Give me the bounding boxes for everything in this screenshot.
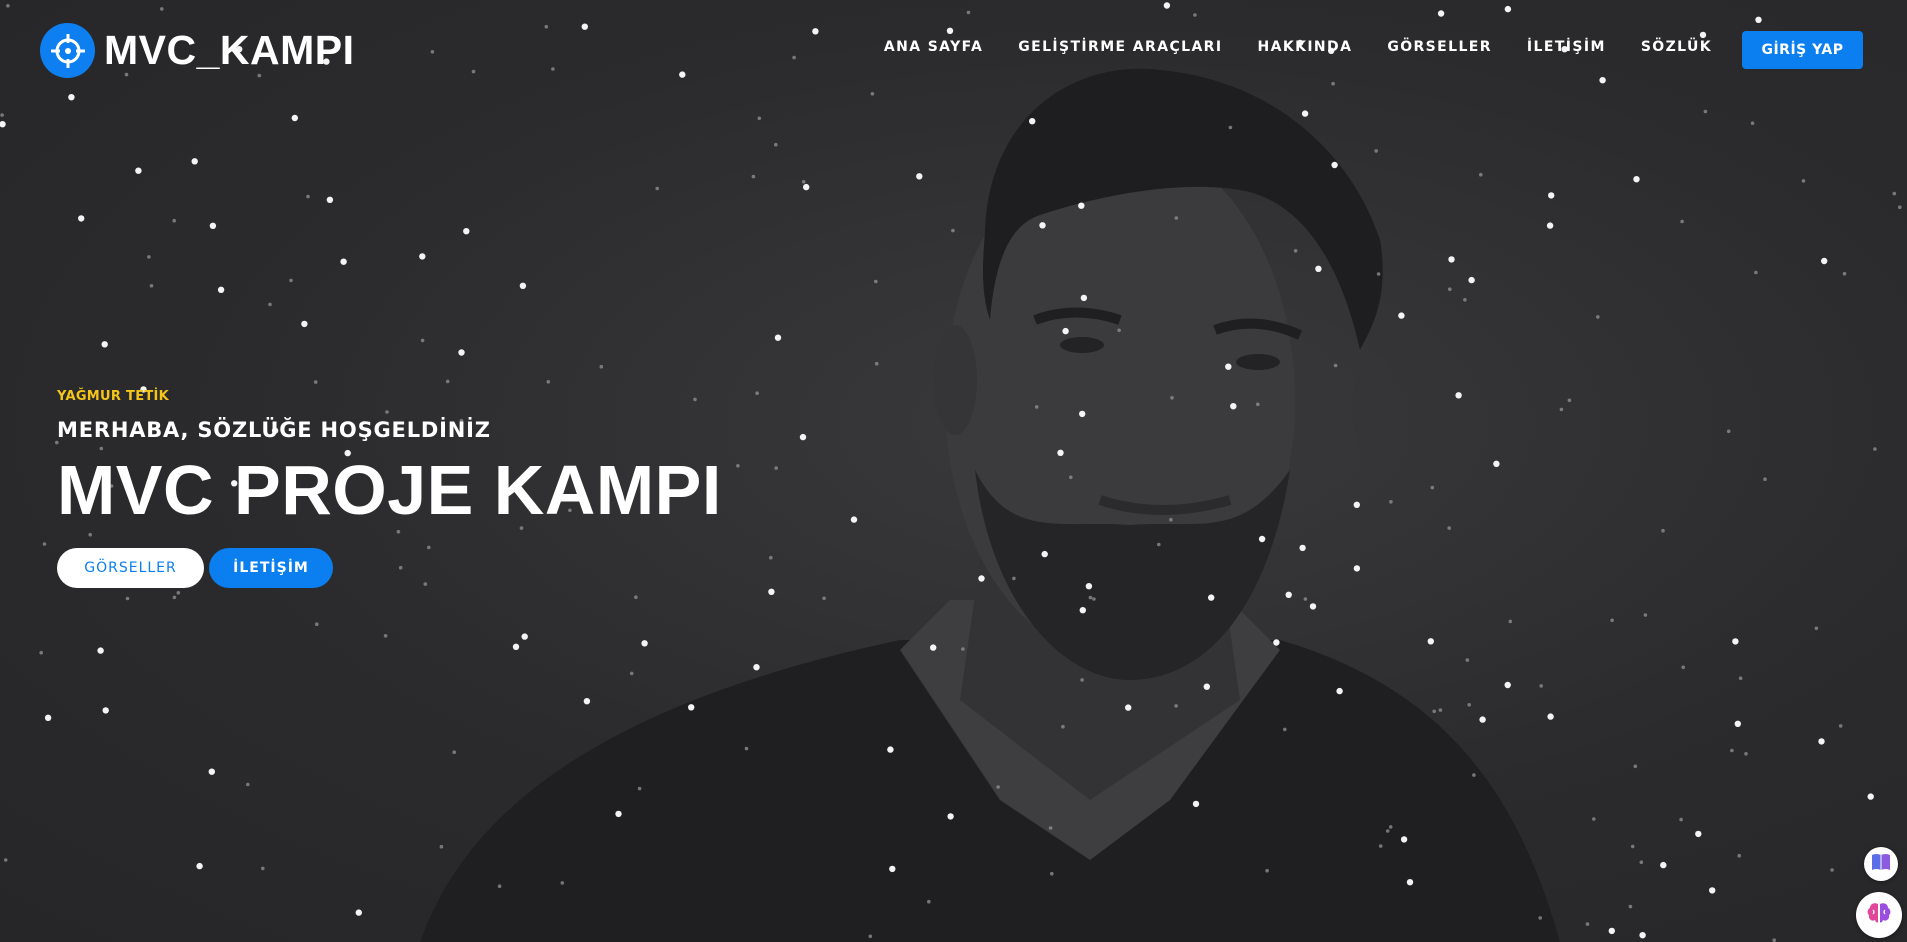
brain-widget-button[interactable] bbox=[1856, 892, 1902, 938]
nav-item-contact[interactable]: İLETİŞİM bbox=[1527, 39, 1606, 55]
site-header: MVC_KAMPI ANA SAYFA GELİŞTİRME ARAÇLARI … bbox=[0, 0, 1907, 100]
nav-item-about[interactable]: HAKKINDA bbox=[1257, 39, 1352, 55]
gallery-button[interactable]: GÖRSELLER bbox=[57, 548, 204, 588]
hero-buttons: GÖRSELLER İLETİŞİM bbox=[57, 548, 722, 588]
hero-content: YAĞMUR TETİK MERHABA, SÖZLÜĞE HOŞGELDİNİ… bbox=[57, 389, 722, 588]
hero-title: MVC PROJE KAMPI bbox=[57, 451, 722, 529]
crosshair-icon bbox=[40, 23, 95, 78]
nav-item-dev-tools[interactable]: GELİŞTİRME ARAÇLARI bbox=[1018, 39, 1222, 55]
brain-icon bbox=[1866, 901, 1892, 930]
nav-item-home[interactable]: ANA SAYFA bbox=[884, 39, 983, 55]
hero-subtitle: MERHABA, SÖZLÜĞE HOŞGELDİNİZ bbox=[57, 418, 491, 442]
main-nav: ANA SAYFA GELİŞTİRME ARAÇLARI HAKKINDA G… bbox=[884, 39, 1712, 55]
nav-item-dictionary[interactable]: SÖZLÜK bbox=[1641, 39, 1712, 55]
book-icon bbox=[1871, 853, 1891, 876]
login-button[interactable]: GİRİŞ YAP bbox=[1742, 31, 1863, 69]
hero-eyebrow: YAĞMUR TETİK bbox=[57, 389, 170, 404]
book-widget-button[interactable] bbox=[1864, 847, 1898, 881]
nav-item-gallery[interactable]: GÖRSELLER bbox=[1387, 39, 1492, 55]
brand-logo[interactable]: MVC_KAMPI bbox=[40, 23, 355, 78]
brand-name: MVC_KAMPI bbox=[104, 27, 355, 73]
contact-button[interactable]: İLETİŞİM bbox=[209, 548, 333, 588]
